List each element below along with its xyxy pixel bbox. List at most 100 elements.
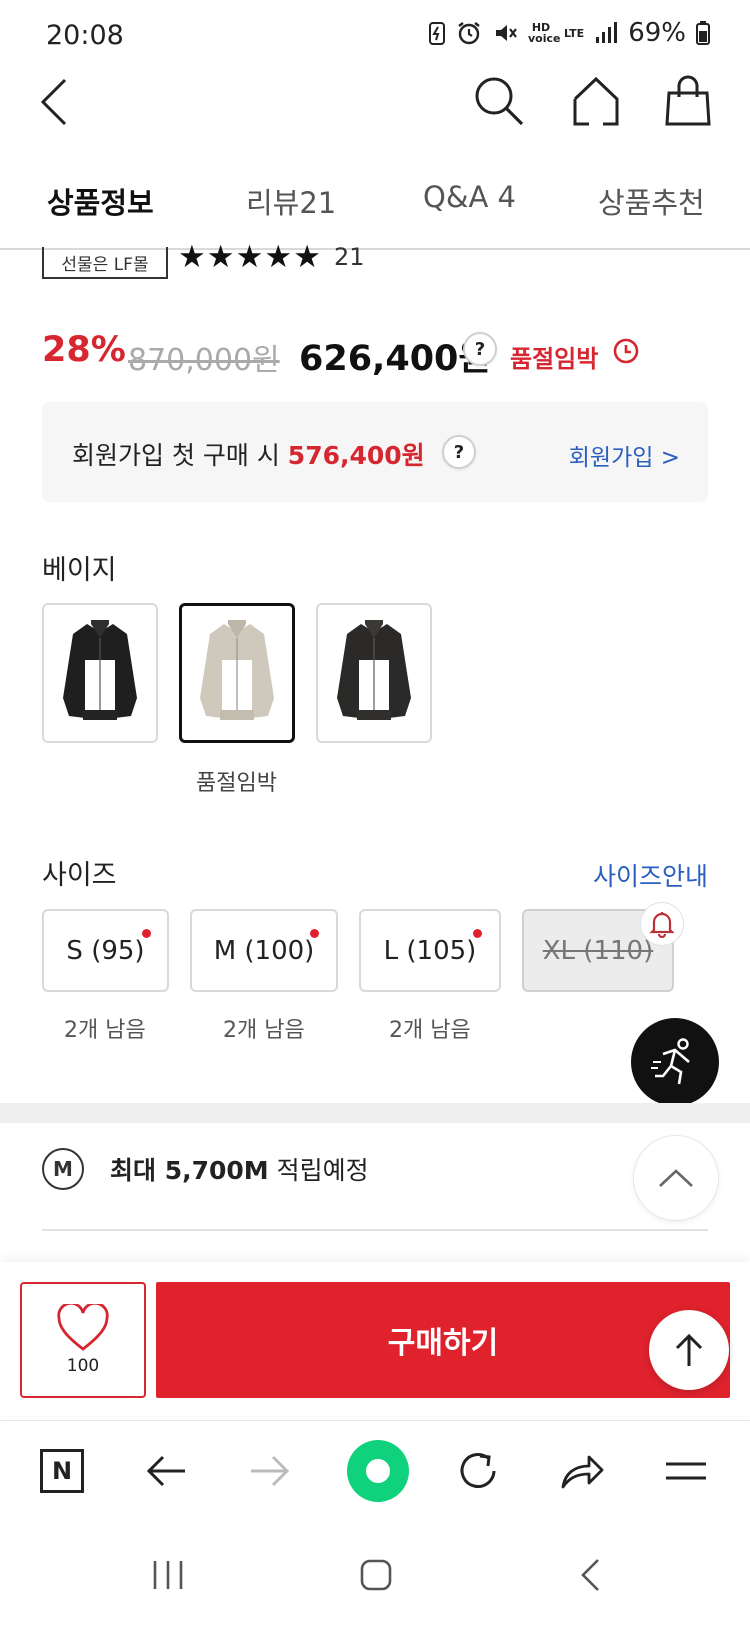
size-stock-l: 2개 남음 (389, 1018, 471, 1043)
signal-icon (596, 22, 618, 43)
browser-menu-button[interactable] (654, 1439, 718, 1503)
star-icon: ★ (293, 239, 321, 275)
share-icon (561, 1455, 604, 1489)
low-stock-dot (310, 929, 319, 938)
section-separator (0, 1103, 750, 1123)
hd-voice-icon: HD voice (527, 21, 561, 45)
star-icon: ★ (264, 239, 293, 275)
arrow-up-icon (675, 1333, 703, 1366)
battery-icon (696, 21, 710, 45)
running-person-icon (651, 1038, 690, 1085)
size-option-m[interactable]: M (100) (190, 909, 338, 992)
clock-icon (613, 338, 639, 364)
size-option-l[interactable]: L (105) (359, 909, 501, 992)
chevron-left-icon (581, 1559, 599, 1591)
jacket-image-beige (200, 620, 274, 720)
size-guide-link[interactable]: 사이즈안내 (593, 857, 708, 893)
search-icon (475, 77, 524, 126)
star-icon: ★ (178, 239, 206, 275)
search-button[interactable] (470, 72, 528, 130)
recent-apps-button[interactable] (138, 1555, 198, 1595)
browser-back-button[interactable] (134, 1439, 198, 1503)
low-stock-dot (473, 929, 482, 938)
purchase-bar: 100 구매하기 (0, 1262, 750, 1414)
original-price: 870,000원 (128, 343, 280, 378)
arrow-left-icon (146, 1455, 185, 1487)
status-icons: HD voice LTE 69% (428, 18, 710, 48)
size-title: 사이즈 (42, 860, 117, 891)
soldout-label: 품절임박 (510, 345, 599, 373)
tab-recommend[interactable]: 상품추천 (598, 180, 705, 222)
green-dot-button[interactable] (340, 1433, 416, 1509)
browser-forward-button[interactable] (238, 1439, 302, 1503)
home-square-icon (360, 1559, 392, 1591)
gift-badge: 선물은 LF몰 (42, 247, 168, 279)
member-price: 576,400원 (287, 441, 425, 470)
review-count: 21 (333, 243, 365, 271)
jacket-image-black (63, 620, 137, 720)
tab-qna[interactable]: Q&A 4 (423, 180, 516, 214)
back-button[interactable] (30, 72, 78, 132)
browser-share-button[interactable] (550, 1439, 614, 1503)
tab-product-info[interactable]: 상품정보 (47, 180, 154, 222)
scroll-top-button[interactable] (649, 1310, 729, 1390)
bell-icon (649, 912, 675, 938)
browser-refresh-button[interactable] (446, 1439, 510, 1503)
low-stock-dot (142, 929, 151, 938)
quick-action-button[interactable] (631, 1018, 719, 1106)
mute-icon (495, 25, 517, 41)
browser-toolbar: N (0, 1420, 750, 1520)
price-help-button[interactable]: ? (463, 332, 497, 366)
restock-alert-button[interactable] (640, 902, 684, 946)
star-icon: ★ (206, 239, 235, 275)
home-button[interactable] (565, 70, 627, 132)
color-swatch-black[interactable] (42, 603, 158, 743)
system-home-button[interactable] (346, 1555, 406, 1595)
heart-icon (57, 1304, 109, 1351)
member-offer-text: 회원가입 첫 구매 시 576,400원 (72, 436, 425, 472)
home-icon (573, 76, 619, 126)
mileage-amount: 최대 5,700M (110, 1156, 269, 1185)
signup-link[interactable]: 회원가입 > (569, 438, 680, 472)
system-back-button[interactable] (560, 1555, 620, 1595)
sale-price: 626,400원 (299, 339, 491, 379)
chevron-up-icon (659, 1169, 693, 1187)
arrow-right-icon (251, 1455, 290, 1487)
shopping-bag-icon (665, 75, 711, 126)
size-label: L (105) (383, 935, 477, 966)
battery-saver-icon (428, 22, 445, 45)
size-stock-s: 2개 남음 (64, 1018, 146, 1043)
tab-reviews[interactable]: 리뷰21 (246, 180, 336, 222)
color-swatch-beige[interactable] (179, 603, 295, 743)
color-title: 베이지 (42, 555, 117, 586)
star-icon: ★ (235, 239, 264, 275)
status-time: 20:08 (46, 20, 124, 51)
size-label: XL (110) (542, 935, 654, 966)
system-nav-bar (0, 1525, 750, 1625)
wishlist-button[interactable]: 100 (20, 1282, 146, 1398)
rating-stars[interactable]: ★ ★ ★ ★ ★ 21 (178, 240, 365, 274)
cart-button[interactable] (660, 70, 716, 132)
member-offer-box: 회원가입 첫 구매 시 576,400원 ? 회원가입 > (42, 402, 708, 502)
green-dot-icon (347, 1440, 409, 1502)
buy-button[interactable]: 구매하기 (156, 1282, 730, 1398)
chevron-left-icon (40, 78, 67, 126)
menu-icon (666, 1462, 706, 1480)
size-option-s[interactable]: S (95) (42, 909, 169, 992)
alarm-icon (458, 22, 480, 45)
recent-apps-icon (153, 1561, 183, 1589)
color-swatch-charcoal[interactable] (316, 603, 432, 743)
browser-home-button[interactable]: N (30, 1439, 94, 1503)
collapse-button[interactable] (633, 1135, 719, 1221)
wish-count: 100 (66, 1356, 100, 1376)
size-stock-m: 2개 남음 (223, 1018, 305, 1043)
product-tabs: 상품정보 리뷰21 Q&A 4 상품추천 (0, 150, 750, 250)
member-help-button[interactable]: ? (442, 435, 476, 469)
mileage-icon: M (42, 1148, 84, 1190)
size-label: S (95) (66, 935, 145, 966)
mileage-suffix: 적립예정 (268, 1156, 369, 1185)
selected-color-note: 품절임박 (196, 771, 277, 796)
naver-n-icon: N (40, 1449, 84, 1493)
divider (42, 1229, 708, 1231)
mileage-row: M 최대 5,700M 적립예정 (42, 1148, 369, 1190)
